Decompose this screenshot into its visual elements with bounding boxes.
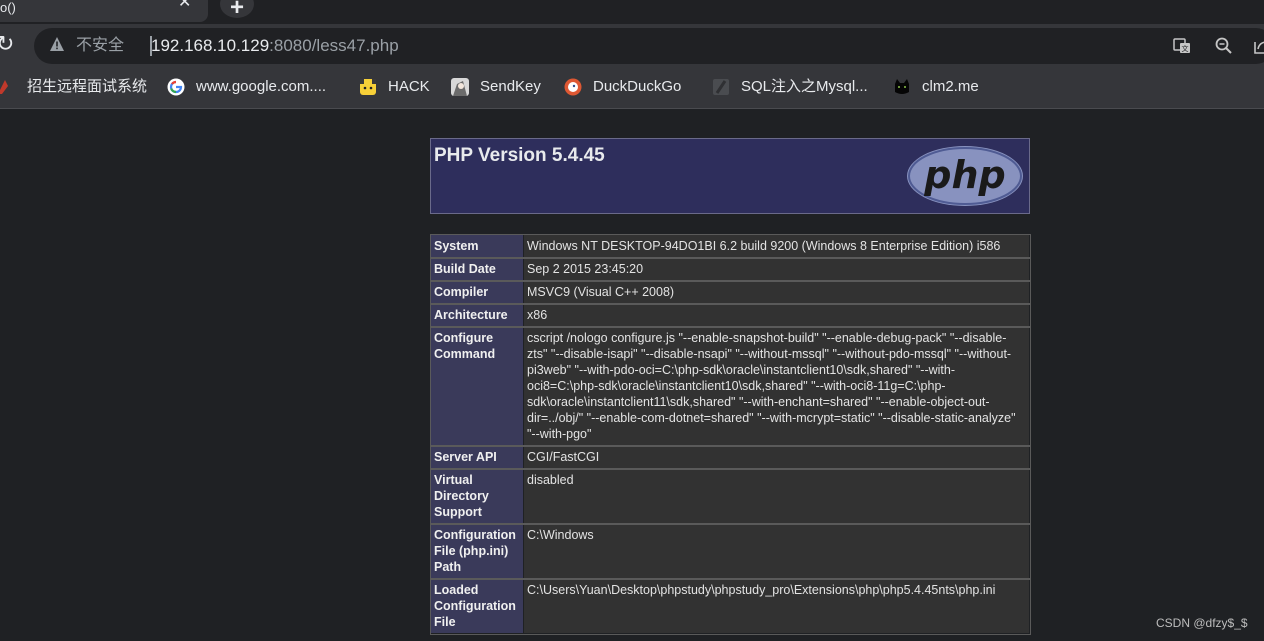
bookmark-label: DuckDuckGo [593, 78, 682, 95]
slash-page-icon [713, 79, 729, 95]
row-key: System [430, 234, 524, 258]
page-title: PHP Version 5.4.45 [434, 145, 605, 166]
row-value: Windows NT DESKTOP-94DO1BI 6.2 build 920… [523, 234, 1030, 258]
table-row: Configuration File (php.ini) Path C:\Win… [429, 522, 1031, 580]
row-value: C:\Users\Yuan\Desktop\phpstudy\phpstudy_… [523, 578, 1030, 634]
bookmark-label: SQL注入之Mysql... [741, 78, 868, 95]
table-row: Server API CGI/FastCGI [429, 444, 1031, 470]
row-value: MSVC9 (Visual C++ 2008) [523, 280, 1030, 304]
google-icon [167, 78, 185, 96]
anime-avatar-icon [451, 78, 469, 96]
close-icon[interactable]: ✕ [178, 0, 191, 11]
browser-toolbar: ↻ 不安全 192.168.10.129:8080/less47.php 文 [0, 24, 1264, 68]
bookmark-item[interactable]: DuckDuckGo [564, 77, 689, 97]
table-row: Build Date Sep 2 2015 23:45:20 [429, 256, 1031, 282]
url-path: :8080/less47.php [269, 36, 399, 55]
url-text[interactable]: 192.168.10.129:8080/less47.php [151, 37, 399, 55]
row-key: Architecture [430, 303, 524, 327]
bookmark-item[interactable]: 招生远程面试系统 [0, 77, 150, 97]
bookmark-label: 招生远程面试系统 [27, 78, 148, 95]
row-key: Server API [430, 445, 524, 469]
browser-tab[interactable]: o() ✕ [0, 0, 208, 22]
bookmark-label: clm2.me [922, 78, 979, 95]
pikachu-icon [360, 79, 376, 95]
table-row: System Windows NT DESKTOP-94DO1BI 6.2 bu… [429, 233, 1031, 259]
bookmark-item[interactable]: www.google.com.... [167, 77, 342, 97]
translate-icon[interactable]: 文 [1172, 36, 1192, 56]
table-row: Loaded Configuration File C:\Users\Yuan\… [429, 577, 1031, 635]
share-icon[interactable] [1252, 36, 1264, 56]
row-value: cscript /nologo configure.js "--enable-s… [523, 326, 1030, 446]
table-row: Configure Command cscript /nologo config… [429, 325, 1031, 447]
duck-icon [564, 78, 582, 96]
not-secure-label[interactable]: 不安全 [76, 37, 124, 55]
red-flag-icon [0, 80, 8, 94]
bookmark-label: www.google.com.... [196, 78, 327, 95]
phpinfo-header: PHP Version 5.4.45 php [430, 138, 1030, 214]
row-value: disabled [523, 468, 1030, 524]
row-key: Virtual Directory Support [430, 468, 524, 524]
row-value: x86 [523, 303, 1030, 327]
bookmark-item[interactable]: HACK [359, 77, 434, 97]
row-value: C:\Windows [523, 523, 1030, 579]
row-key: Build Date [430, 257, 524, 281]
new-tab-button[interactable]: + [220, 0, 254, 21]
php-logo[interactable]: php [905, 144, 1025, 208]
bookmark-item[interactable]: SQL注入之Mysql... [712, 77, 877, 97]
bookmarks-bar: 招生远程面试系统 www.google.com.... HACK SendKey [0, 68, 1264, 109]
php-logo-text: php [923, 153, 1005, 197]
zoom-icon[interactable] [1214, 36, 1234, 56]
bookmark-item[interactable]: clm2.me [893, 77, 988, 97]
tab-title: o() [0, 0, 16, 15]
page-content: PHP Version 5.4.45 php System Windows NT… [0, 109, 1264, 641]
black-cat-icon [895, 79, 909, 94]
bookmark-label: SendKey [480, 78, 541, 95]
tab-strip: o() ✕ + [0, 0, 1264, 24]
watermark: CSDN @dfzy$_$ [1156, 616, 1248, 630]
row-key: Configure Command [430, 326, 524, 446]
table-row: Architecture x86 [429, 302, 1031, 328]
reload-icon[interactable]: ↻ [0, 33, 14, 55]
row-value: CGI/FastCGI [523, 445, 1030, 469]
row-key: Compiler [430, 280, 524, 304]
table-row: Compiler MSVC9 (Visual C++ 2008) [429, 279, 1031, 305]
url-host: 192.168.10.129 [151, 36, 270, 55]
svg-text:文: 文 [1182, 44, 1189, 53]
bookmark-item[interactable]: SendKey [451, 77, 546, 97]
row-value: Sep 2 2015 23:45:20 [523, 257, 1030, 281]
address-bar[interactable]: 不安全 192.168.10.129:8080/less47.php 文 [34, 28, 1264, 64]
bookmark-label: HACK [388, 78, 430, 95]
row-key: Loaded Configuration File [430, 578, 524, 634]
row-key: Configuration File (php.ini) Path [430, 523, 524, 579]
table-row: Virtual Directory Support disabled [429, 467, 1031, 525]
warning-icon[interactable] [49, 36, 65, 52]
phpinfo-table: System Windows NT DESKTOP-94DO1BI 6.2 bu… [429, 233, 1031, 635]
